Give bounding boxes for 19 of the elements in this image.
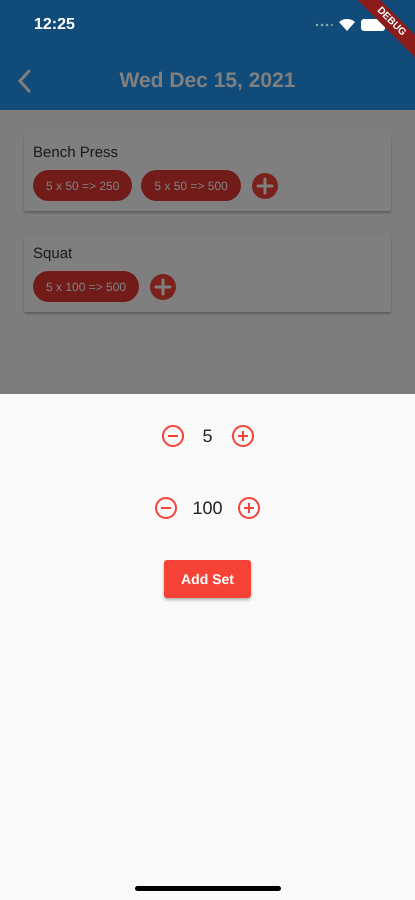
plus-icon[interactable] <box>230 424 254 448</box>
status-time: 12:25 <box>34 15 75 35</box>
set-chip[interactable]: 5 x 50 => 250 <box>33 170 132 201</box>
set-chip[interactable]: 5 x 50 => 500 <box>141 170 241 201</box>
exercise-name: Bench Press <box>33 144 118 161</box>
add-icon[interactable] <box>150 274 176 300</box>
minus-icon[interactable] <box>160 424 184 448</box>
counter-value: 5 <box>201 424 214 448</box>
wifi-icon <box>339 19 355 31</box>
back-icon[interactable] <box>16 68 32 94</box>
set-chip[interactable]: 5 x 100 => 500 <box>33 271 140 302</box>
add-set-button[interactable]: Add Set <box>164 560 251 598</box>
add-icon[interactable] <box>252 172 278 198</box>
counter-value: 100 <box>192 496 223 520</box>
plus-icon[interactable] <box>236 496 261 520</box>
minus-icon[interactable] <box>154 496 178 520</box>
signal-icon <box>315 23 333 27</box>
exercise-name: Squat <box>33 245 72 262</box>
page-title: Wed Dec 15, 2021 <box>120 69 296 92</box>
